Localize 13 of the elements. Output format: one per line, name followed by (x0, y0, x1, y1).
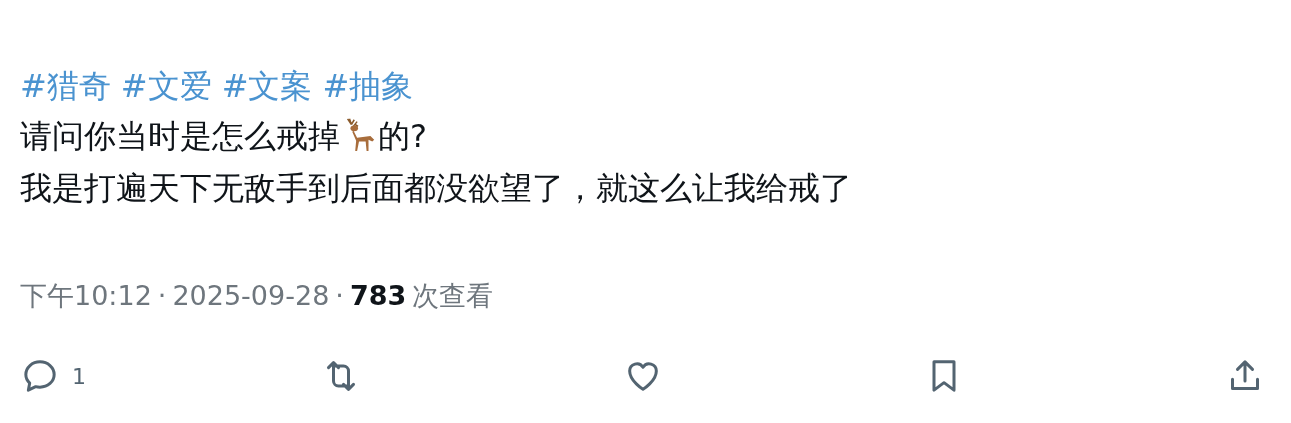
hashtag-link[interactable]: #抽象 (322, 62, 414, 110)
view-count: 783 (349, 279, 407, 313)
hashtag-link[interactable]: #文爱 (120, 62, 212, 110)
tweet-text: 我是打遍天下无敌手到后面都没欲望了，就这么让我给戒了 (20, 168, 853, 209)
separator-dot: · (157, 279, 167, 313)
hashtag-link[interactable]: #猎奇 (20, 62, 111, 110)
tweet-text: 请问你当时是怎么戒掉 的? (20, 114, 428, 157)
hashtag-link[interactable]: #文案 (221, 62, 313, 110)
views-label: 次查看 (412, 279, 494, 313)
reply-count: 1 (72, 363, 86, 389)
post-time: 下午10:12 (20, 279, 152, 313)
post-date: 2025-09-28 (172, 279, 330, 313)
separator-dot: · (335, 279, 344, 313)
